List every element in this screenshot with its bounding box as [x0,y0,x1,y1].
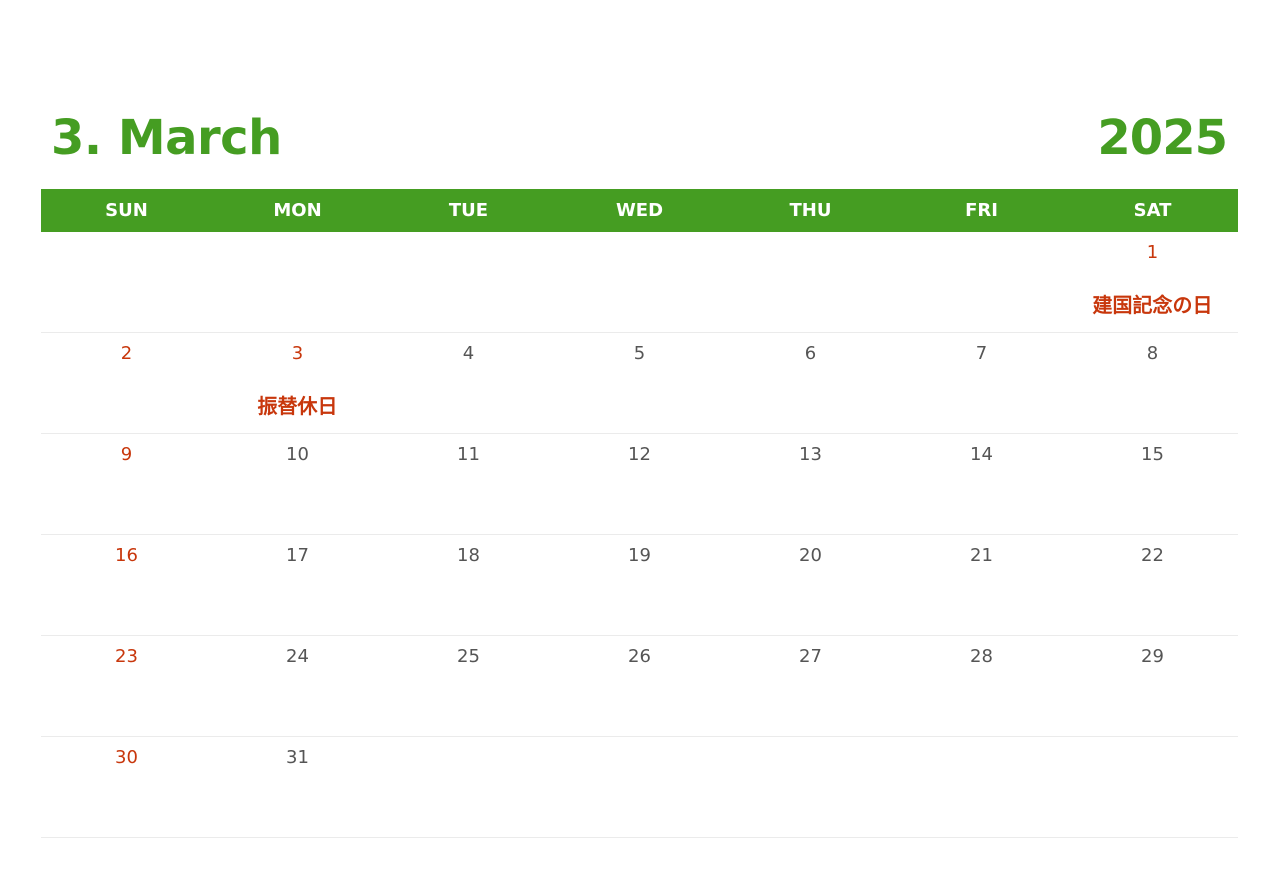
day-cell[interactable]: 15 [1067,434,1238,535]
day-number: 10 [286,444,309,465]
day-cell[interactable]: 16 [41,535,212,636]
day-cell[interactable]: 2 [41,333,212,434]
day-number: 26 [628,646,651,667]
day-cell[interactable]: 26 [554,636,725,737]
day-number: 14 [970,444,993,465]
day-number: 7 [975,343,988,364]
day-number: 20 [799,545,822,566]
day-cell[interactable]: 10 [212,434,383,535]
day-number: 13 [799,444,822,465]
day-cell[interactable]: 19 [554,535,725,636]
day-grid: 1 建国記念の日 2 3 振替休日 4 5 6 7 8 9 10 11 12 13 14 15 16 17 18 19 2… [41,232,1238,838]
day-cell[interactable] [1067,737,1238,838]
calendar-page: 3. March 2025 SUN MON TUE WED THU FRI SA… [41,0,1238,880]
day-cell[interactable]: 28 [896,636,1067,737]
day-number: 28 [970,646,993,667]
day-cell[interactable]: 24 [212,636,383,737]
day-cell[interactable] [383,232,554,333]
day-cell[interactable] [554,232,725,333]
day-cell[interactable]: 11 [383,434,554,535]
day-cell[interactable]: 29 [1067,636,1238,737]
day-cell[interactable] [896,232,1067,333]
day-cell[interactable]: 22 [1067,535,1238,636]
day-number: 12 [628,444,651,465]
day-cell[interactable] [725,737,896,838]
day-number: 18 [457,545,480,566]
day-cell[interactable]: 18 [383,535,554,636]
month-title: 3. March [51,110,282,166]
day-number: 5 [633,343,646,364]
day-cell[interactable]: 30 [41,737,212,838]
year-title: 2025 [1097,110,1228,166]
day-number: 3 [291,343,304,364]
day-cell[interactable]: 14 [896,434,1067,535]
day-cell[interactable]: 8 [1067,333,1238,434]
day-number: 21 [970,545,993,566]
day-number: 8 [1146,343,1159,364]
day-cell[interactable]: 23 [41,636,212,737]
holiday-label: 振替休日 [257,394,338,418]
day-cell[interactable] [554,737,725,838]
day-cell[interactable] [725,232,896,333]
day-cell[interactable]: 7 [896,333,1067,434]
weekday-thu: THU [789,200,832,221]
day-number: 27 [799,646,822,667]
day-cell[interactable]: 17 [212,535,383,636]
day-number: 1 [1146,242,1159,263]
day-cell[interactable]: 9 [41,434,212,535]
weekday-mon: MON [273,200,322,221]
day-cell[interactable]: 21 [896,535,1067,636]
day-cell[interactable]: 20 [725,535,896,636]
day-number: 29 [1141,646,1164,667]
weekday-wed: WED [615,200,664,221]
day-cell[interactable]: 1 建国記念の日 [1067,232,1238,333]
weekday-tue: TUE [448,200,489,221]
day-cell[interactable] [383,737,554,838]
day-cell[interactable] [896,737,1067,838]
day-number: 15 [1141,444,1164,465]
day-number: 4 [462,343,475,364]
day-cell[interactable]: 6 [725,333,896,434]
day-cell[interactable] [212,232,383,333]
day-number: 23 [115,646,138,667]
day-number: 11 [457,444,480,465]
weekday-sat: SAT [1133,200,1172,221]
day-number: 25 [457,646,480,667]
day-number: 6 [804,343,817,364]
weekday-header: SUN MON TUE WED THU FRI SAT [41,189,1238,232]
day-number: 22 [1141,545,1164,566]
day-cell[interactable]: 3 振替休日 [212,333,383,434]
day-number: 16 [115,545,138,566]
day-cell[interactable]: 25 [383,636,554,737]
day-cell[interactable]: 4 [383,333,554,434]
day-number: 30 [115,747,138,768]
day-number: 19 [628,545,651,566]
day-number: 31 [286,747,309,768]
weekday-sun: SUN [105,200,148,221]
day-cell[interactable]: 27 [725,636,896,737]
day-number: 9 [120,444,133,465]
weekday-fri: FRI [965,200,998,221]
day-number: 24 [286,646,309,667]
day-cell[interactable]: 12 [554,434,725,535]
day-number: 17 [286,545,309,566]
day-cell[interactable]: 13 [725,434,896,535]
day-cell[interactable] [41,232,212,333]
day-cell[interactable]: 5 [554,333,725,434]
day-cell[interactable]: 31 [212,737,383,838]
day-number: 2 [120,343,133,364]
holiday-label: 建国記念の日 [1092,293,1213,317]
